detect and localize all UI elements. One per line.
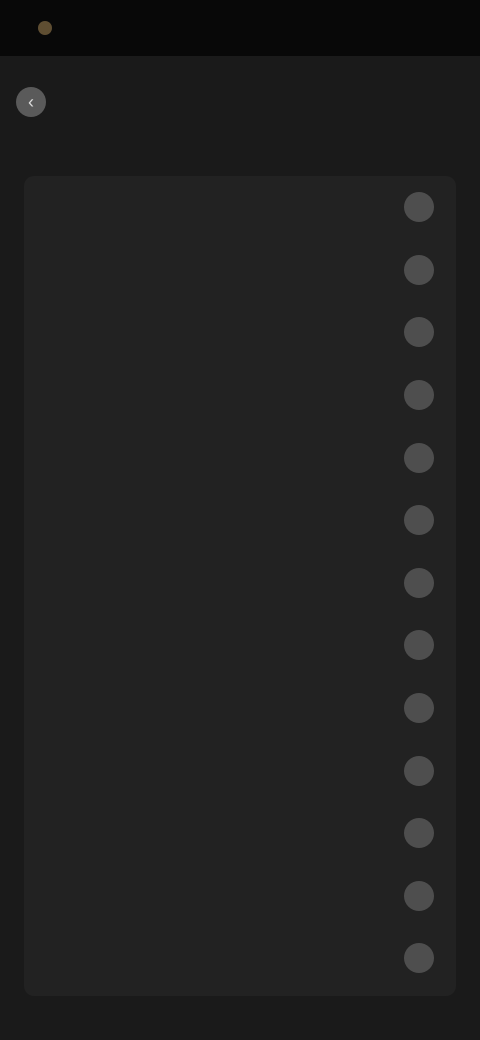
list-item[interactable] <box>24 426 456 489</box>
status-bar <box>0 0 480 56</box>
list-item[interactable] <box>24 364 456 427</box>
list-item[interactable] <box>24 802 456 865</box>
circle-badge-icon <box>404 693 434 724</box>
list-item[interactable] <box>24 552 456 615</box>
nav-bar: ‹ <box>0 56 480 148</box>
circle-badge-icon <box>404 380 434 411</box>
circle-badge-icon <box>404 254 434 285</box>
status-left <box>38 21 62 35</box>
list-item[interactable] <box>24 176 456 239</box>
circle-badge-icon <box>404 880 434 911</box>
list-item[interactable] <box>24 739 456 802</box>
circle-badge-icon <box>404 818 434 849</box>
circle-badge-icon <box>404 567 434 598</box>
list-item[interactable] <box>24 614 456 677</box>
circle-badge-icon <box>404 192 434 223</box>
list-panel <box>24 176 456 996</box>
circle-badge-icon <box>404 505 434 536</box>
list-item[interactable] <box>24 301 456 364</box>
list-item[interactable] <box>24 865 456 928</box>
chevron-left-icon: ‹ <box>16 87 46 117</box>
back-button[interactable]: ‹ <box>16 87 56 117</box>
app-indicator-icon <box>38 21 52 35</box>
circle-badge-icon <box>404 755 434 786</box>
circle-badge-icon <box>404 630 434 661</box>
list-item[interactable] <box>24 927 456 990</box>
list-item[interactable] <box>24 239 456 302</box>
list-item[interactable] <box>24 677 456 740</box>
circle-badge-icon <box>404 442 434 473</box>
circle-badge-icon <box>404 943 434 974</box>
circle-badge-icon <box>404 317 434 348</box>
list-item[interactable] <box>24 489 456 552</box>
